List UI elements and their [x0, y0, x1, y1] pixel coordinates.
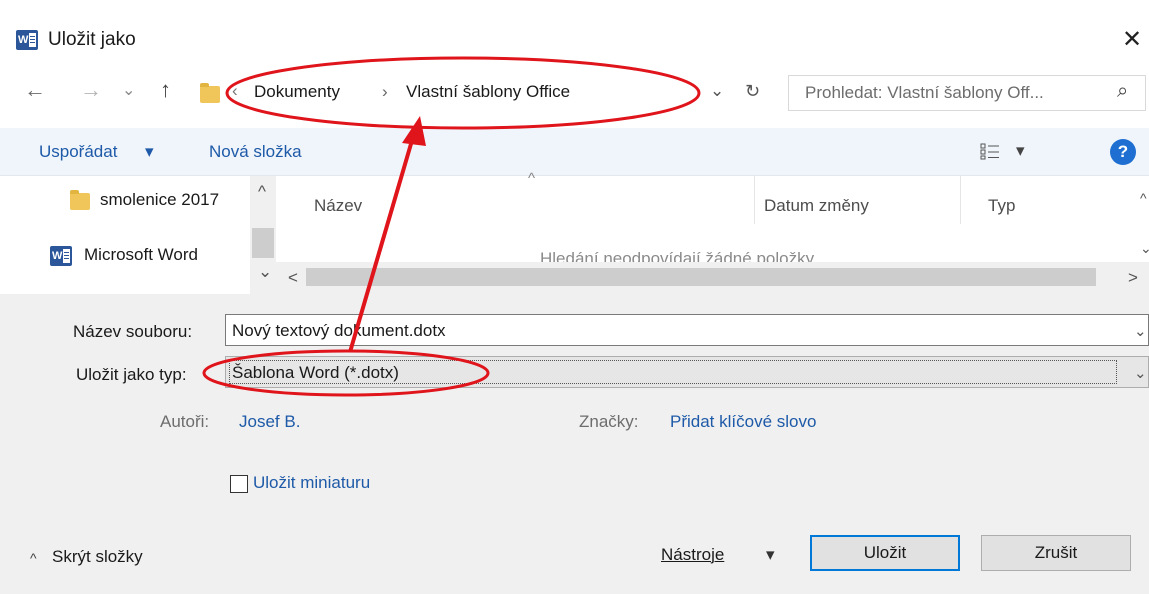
annotation-arrow-line — [348, 136, 415, 353]
annotation-arrow-head — [402, 116, 426, 146]
annotation-ellipse-address — [225, 56, 701, 130]
annotation-overlay — [202, 56, 701, 397]
annotation-ellipse-type — [202, 349, 490, 397]
